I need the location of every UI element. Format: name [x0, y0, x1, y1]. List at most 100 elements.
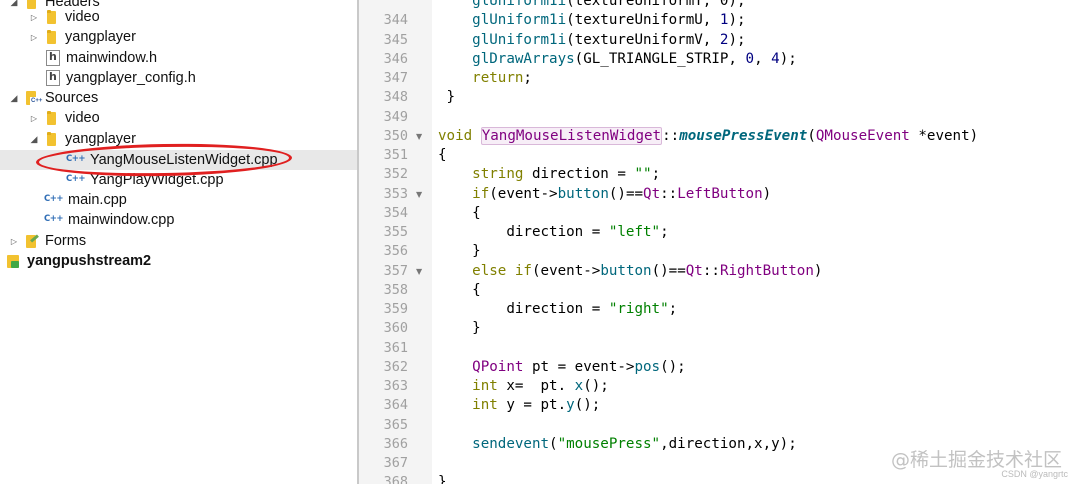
code-line[interactable]: 349: [359, 108, 1080, 127]
line-number: 363: [383, 378, 408, 394]
cpp-file-icon: [44, 212, 64, 228]
sources-folder-icon: [24, 90, 44, 106]
code-token: "": [634, 166, 652, 183]
folder-icon: [44, 131, 60, 147]
code-line[interactable]: 355 direction = "left";: [359, 223, 1080, 242]
code-editor[interactable]: glUniform1i(textureUniformY, 0); 344 glUn…: [359, 0, 1080, 484]
code-text: }: [438, 473, 447, 484]
code-line[interactable]: 363 int x= pt. x();: [359, 377, 1080, 396]
expanded-arrow-icon[interactable]: ◢: [8, 93, 20, 104]
tree-item[interactable]: YangMouseListenWidget.cpp: [0, 150, 357, 170]
code-token: int: [472, 397, 498, 414]
expanded-arrow-icon[interactable]: ◢: [28, 134, 40, 145]
code-line[interactable]: 359 direction = "right";: [359, 300, 1080, 319]
code-line[interactable]: 350 ▼ void YangMouseListenWidget::mousePre…: [359, 126, 1080, 146]
code-token: ,direction,x,y);: [660, 435, 797, 452]
tree-item[interactable]: mainwindow.cpp: [0, 210, 357, 230]
code-text: else if(event->button()==Qt::RightButton…: [438, 262, 822, 281]
code-line[interactable]: 358 {: [359, 281, 1080, 300]
tree-item-label: video: [65, 110, 100, 126]
line-number: 367: [383, 455, 408, 471]
tree-item-label: yangplayer: [65, 29, 136, 45]
code-line[interactable]: glUniform1i(textureUniformY, 0);: [359, 0, 1080, 11]
tree-item[interactable]: yangplayer_config.h: [0, 68, 357, 88]
code-token: ): [762, 185, 772, 202]
tree-item[interactable]: mainwindow.h: [0, 48, 357, 68]
code-line[interactable]: 368}: [359, 473, 1080, 484]
code-token: QMouseEvent: [815, 127, 910, 144]
tree-item-label: video: [65, 9, 100, 25]
collapsed-arrow-icon[interactable]: ▷: [28, 33, 40, 42]
code-token: ()==: [651, 262, 686, 279]
fold-marker-icon[interactable]: ▼: [416, 262, 422, 281]
code-token: "left": [608, 224, 661, 240]
code-line[interactable]: 356 }: [359, 242, 1080, 261]
code-text: int y = pt.y();: [438, 396, 600, 415]
tree-item[interactable]: ▷ video: [0, 7, 357, 27]
code-token: (event->: [531, 262, 601, 279]
code-token: else: [472, 262, 507, 279]
code-token: }: [438, 243, 481, 260]
tree-item[interactable]: ▷ yangplayer: [0, 27, 357, 47]
code-token: Qt: [685, 262, 703, 279]
tree-item-label: main.cpp: [68, 192, 127, 208]
code-line[interactable]: 344 glUniform1i(textureUniformU, 1);: [359, 11, 1080, 30]
code-token: pos: [634, 358, 661, 375]
tree-item-label: mainwindow.h: [66, 50, 158, 66]
code-token: button: [557, 185, 609, 202]
collapsed-arrow-icon[interactable]: ▷: [28, 114, 40, 123]
code-line[interactable]: 365: [359, 416, 1080, 435]
line-number: 349: [383, 108, 408, 125]
line-number: 346: [383, 50, 408, 67]
code-text: glUniform1i(textureUniformY, 0);: [438, 0, 745, 11]
code-text: void YangMouseListenWidget::mousePressEv…: [438, 126, 978, 146]
code-line[interactable]: 352 string direction = "";: [359, 165, 1080, 184]
cpp-file-icon: [44, 192, 64, 208]
code-line[interactable]: 357 ▼ else if(event->button()==Qt::RightB…: [359, 262, 1080, 281]
code-token: glUniform1i: [472, 0, 567, 9]
tree-item[interactable]: ▷ Forms: [0, 231, 357, 251]
tree-item[interactable]: yangpushstream2: [0, 251, 357, 271]
code-text: }: [438, 242, 481, 261]
tree-item-label: Forms: [45, 233, 87, 249]
collapsed-arrow-icon[interactable]: ▷: [8, 237, 20, 246]
fold-marker-icon[interactable]: ▼: [416, 185, 422, 204]
code-token: ::: [702, 262, 720, 279]
project-icon: [6, 253, 22, 269]
code-line[interactable]: 360 }: [359, 319, 1080, 338]
code-token: (: [549, 435, 558, 452]
tree-item[interactable]: ◢ yangplayer: [0, 129, 357, 149]
tree-item[interactable]: ▷ video: [0, 108, 357, 128]
fold-marker-icon[interactable]: ▼: [416, 127, 422, 146]
code-line[interactable]: 351 {: [359, 146, 1080, 165]
project-tree[interactable]: ◢Headers▷video▷yangplayermainwindow.hyan…: [0, 0, 357, 484]
code-token: ;: [668, 301, 678, 317]
code-line[interactable]: 346 glDrawArrays(GL_TRIANGLE_STRIP, 0, 4…: [359, 50, 1080, 69]
code-line[interactable]: 347 return;: [359, 69, 1080, 88]
header-file-icon: [46, 50, 60, 66]
tree-item[interactable]: YangPlayWidget.cpp: [0, 170, 357, 190]
code-token: "mousePress": [557, 435, 661, 452]
code-line[interactable]: 364 int y = pt.y();: [359, 396, 1080, 415]
tree-item-label: yangplayer: [65, 131, 136, 147]
tree-item[interactable]: ◢ Sources: [0, 88, 357, 108]
code-line[interactable]: 361: [359, 339, 1080, 358]
line-number: 360: [383, 320, 408, 337]
code-line[interactable]: 348 }: [359, 88, 1080, 107]
code-line[interactable]: 345 glUniform1i(textureUniformV, 2);: [359, 31, 1080, 50]
cpp-file-icon: [66, 172, 86, 188]
code-line[interactable]: 354 {: [359, 204, 1080, 223]
tree-item[interactable]: main.cpp: [0, 190, 357, 210]
code-token: glUniform1i: [472, 31, 567, 48]
code-token: y: [566, 397, 575, 414]
code-token: YangMouseListenWidget: [480, 126, 663, 145]
collapsed-arrow-icon[interactable]: ▷: [28, 13, 40, 22]
code-line[interactable]: 353 ▼ if(event->button()==Qt::LeftButton): [359, 185, 1080, 204]
code-line[interactable]: 362 QPoint pt = event->pos();: [359, 358, 1080, 377]
tree-item-label: YangPlayWidget.cpp: [90, 172, 224, 188]
code-token: (textureUniformU,: [566, 12, 720, 29]
line-number: 366: [383, 435, 408, 452]
